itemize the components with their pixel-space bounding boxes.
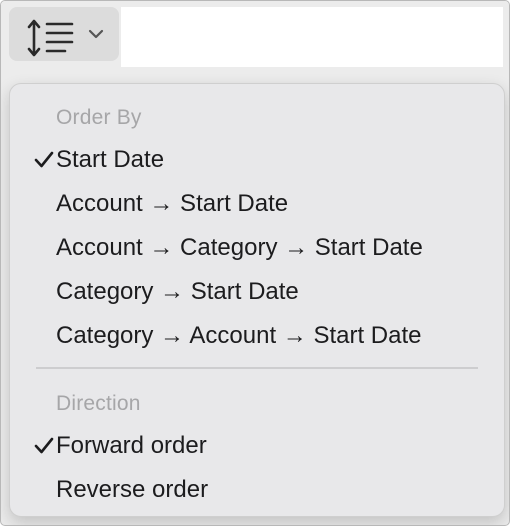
checkmark-icon [34,437,54,454]
menu-item-category-account-start-date[interactable]: Category → Account → Start Date [18,315,496,359]
direction-header: Direction [56,392,141,415]
menu-item-category-start-date[interactable]: Category → Start Date [18,271,496,315]
chevron-down-icon [88,29,104,39]
window-frame: Order By Start Date Account → Start Date… [0,0,510,526]
menu-item-label: Reverse order [56,476,209,503]
menu-item-label: Account → Start Date [56,190,289,217]
menu-item-forward-order[interactable]: Forward order [18,425,496,469]
menu-item-account-category-start-date[interactable]: Account → Category → Start Date [18,227,496,271]
menu-item-label: Forward order [56,432,207,459]
menu-item-label: Category → Account → Start Date [56,322,422,349]
menu-separator [36,367,478,369]
sort-menu: Order By Start Date Account → Start Date… [9,83,505,517]
toolbar-content-area [121,7,503,67]
sort-order-button[interactable] [9,7,119,61]
menu-item-label: Category → Start Date [56,278,299,305]
sort-lines-icon [27,19,74,57]
menu-item-start-date[interactable]: Start Date [18,139,496,183]
menu-item-reverse-order[interactable]: Reverse order [18,469,496,513]
order-by-header: Order By [56,106,142,129]
menu-item-account-start-date[interactable]: Account → Start Date [18,183,496,227]
checkmark-icon [34,151,54,168]
menu-item-label: Start Date [56,146,165,173]
menu-item-label: Account → Category → Start Date [56,234,423,261]
